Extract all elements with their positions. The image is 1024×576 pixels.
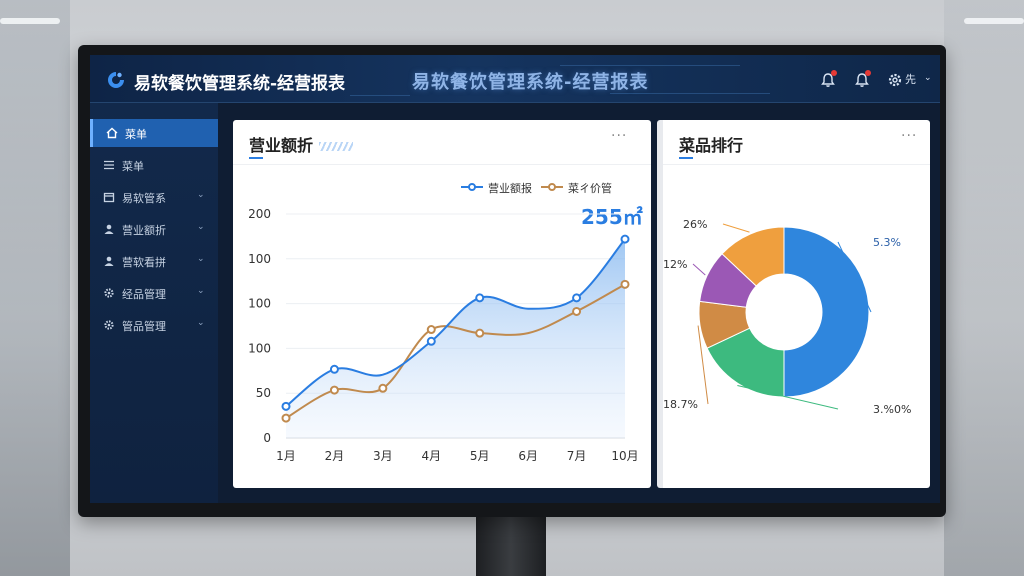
y-tick-label: 0 [263, 431, 271, 445]
y-tick-label: 50 [256, 386, 271, 400]
screen: 易软餐饮管理系统-经营报表 易软餐饮管理系统-经营报表 先 ⌄ 菜单 菜单 易软… [90, 55, 940, 503]
sidebar-item-revenue[interactable]: 营业额折 ⌄ [90, 215, 218, 243]
y-tick-label: 200 [248, 207, 271, 221]
sidebar-item-product-management[interactable]: 经品管理 ⌄ [90, 279, 218, 307]
y-tick-label: 100 [248, 252, 271, 266]
user-icon [104, 224, 114, 234]
chevron-down-icon: ⌄ [197, 254, 205, 264]
sidebar-item-label: 营软看拼 [122, 256, 166, 269]
sidebar-item-view[interactable]: 营软看拼 ⌄ [90, 247, 218, 275]
data-point [378, 383, 388, 393]
circuit-decoration [350, 95, 410, 96]
monitor-stand [476, 510, 546, 576]
x-tick-label: 4月 [421, 449, 441, 463]
user-icon [104, 256, 114, 266]
app-title: 易软餐饮管理系统-经营报表 [134, 74, 346, 94]
sidebar-item-label: 菜单 [125, 128, 147, 141]
data-point [572, 306, 582, 316]
x-tick-label: 1月 [276, 449, 296, 463]
gear-icon [104, 320, 114, 330]
notification-dot [865, 70, 871, 76]
sidebar-item-menu-list[interactable]: 菜单 [90, 151, 218, 179]
sidebar-item-label: 易软管系 [122, 192, 166, 205]
banner-title: 易软餐饮管理系统-经营报表 [412, 72, 649, 93]
top-header: 易软餐饮管理系统-经营报表 易软餐饮管理系统-经营报表 先 ⌄ [90, 55, 940, 103]
slice-label: 5.3% [873, 236, 901, 249]
chevron-down-icon: ⌄ [197, 286, 205, 296]
dish-ranking-donut-chart: 5.3% 3.%0% 18.7% 12% 26% [663, 218, 911, 416]
revenue-chart-panel: 营业额折 ··· 营业额报 菜ㄔ价管 255㎡ 200 100 100 100 50 0 1… [233, 120, 651, 488]
office-background-right [944, 0, 1024, 576]
data-point [329, 385, 339, 395]
slice-label: 18.7% [663, 398, 698, 411]
sidebar-item-admin-management[interactable]: 管品管理 ⌄ [90, 311, 218, 339]
data-point [620, 279, 630, 289]
slice-label: 3.%0% [873, 403, 911, 416]
data-point [475, 328, 485, 338]
area-fill [286, 239, 625, 438]
slice-label: 26% [683, 218, 707, 231]
x-tick-label: 3月 [373, 449, 393, 463]
data-point [475, 293, 485, 303]
ceiling-light [964, 18, 1024, 24]
dish-ranking-panel: 菜品排行 ··· 5.3% 3.%0% 18.7% 12% 26% [657, 120, 930, 488]
menu-icon [104, 160, 114, 170]
chevron-down-icon: ⌄ [197, 222, 205, 232]
sidebar-item-label: 营业额折 [122, 224, 166, 237]
data-point [426, 336, 436, 346]
data-point [426, 325, 436, 335]
circuit-decoration [560, 65, 740, 66]
sidebar: 菜单 菜单 易软管系 ⌄ 营业额折 ⌄ 营软看拼 ⌄ 经品管理 ⌄ 管品管理 ⌄ [90, 103, 218, 503]
slice-leader-line [722, 223, 750, 233]
office-background-left [0, 0, 70, 576]
sidebar-item-management[interactable]: 易软管系 ⌄ [90, 183, 218, 211]
sidebar-item-label: 经品管理 [122, 288, 166, 301]
data-point [329, 364, 339, 374]
chevron-down-icon[interactable]: ⌄ [924, 73, 932, 83]
data-point [281, 401, 291, 411]
x-tick-label: 2月 [325, 449, 345, 463]
app-logo-icon [108, 72, 124, 88]
notification-dot [831, 70, 837, 76]
slice-label: 12% [663, 258, 687, 271]
box-icon [103, 192, 115, 203]
y-tick-label: 100 [248, 341, 271, 355]
sidebar-item-label: 菜单 [122, 160, 144, 173]
pie-slice [783, 226, 870, 398]
user-menu-label[interactable]: 先 [905, 71, 916, 87]
ceiling-light [0, 18, 60, 24]
sidebar-item-menu[interactable]: 菜单 [90, 119, 218, 147]
slice-leader-line [692, 263, 706, 276]
chevron-down-icon: ⌄ [197, 190, 205, 200]
gear-icon [104, 288, 114, 298]
gear-icon[interactable] [886, 71, 904, 89]
home-icon [106, 127, 118, 139]
data-point [620, 234, 630, 244]
x-tick-label: 6月 [518, 449, 538, 463]
x-tick-label: 7月 [567, 449, 587, 463]
data-point [281, 413, 291, 423]
chevron-down-icon: ⌄ [197, 318, 205, 328]
y-tick-label: 100 [248, 297, 271, 311]
x-tick-label: 10月 [611, 449, 638, 463]
revenue-line-chart: 200 100 100 100 50 0 1月 2月 3月 4月 5月 6月 7月 10月 [248, 207, 639, 463]
x-tick-label: 5月 [470, 449, 490, 463]
sidebar-item-label: 管品管理 [122, 320, 166, 333]
data-point [572, 293, 582, 303]
